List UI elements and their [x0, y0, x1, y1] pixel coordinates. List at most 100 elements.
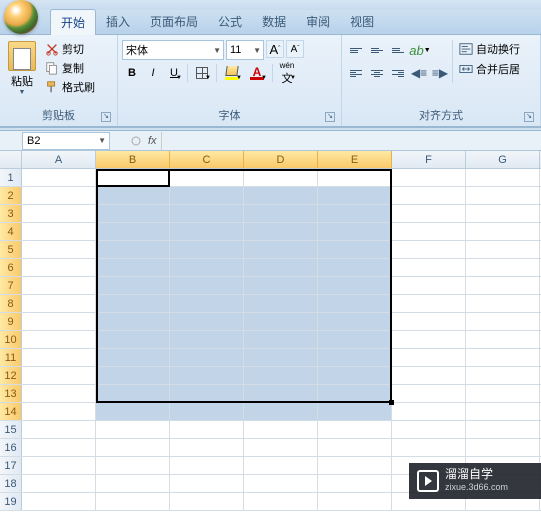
cell[interactable]: [96, 475, 170, 492]
cell[interactable]: [318, 187, 392, 204]
cell[interactable]: [392, 295, 466, 312]
row-header[interactable]: 17: [0, 457, 22, 474]
row-header[interactable]: 11: [0, 349, 22, 366]
col-header-A[interactable]: A: [22, 151, 96, 168]
cell[interactable]: [170, 367, 244, 384]
cell[interactable]: [392, 277, 466, 294]
cell[interactable]: [392, 349, 466, 366]
cell[interactable]: [170, 457, 244, 474]
cell[interactable]: [466, 349, 540, 366]
tab-insert[interactable]: 插入: [96, 9, 140, 35]
cell[interactable]: [244, 367, 318, 384]
grow-font-button[interactable]: Aˆ: [266, 40, 284, 58]
phonetic-button[interactable]: wén 文 ▼: [276, 63, 298, 83]
cell[interactable]: [96, 259, 170, 276]
wrap-text-button[interactable]: 自动换行: [457, 40, 522, 58]
cell[interactable]: [96, 187, 170, 204]
cell[interactable]: [96, 421, 170, 438]
cell[interactable]: [170, 385, 244, 402]
cell[interactable]: [96, 295, 170, 312]
cell[interactable]: [318, 439, 392, 456]
cell[interactable]: [22, 493, 96, 510]
cell[interactable]: [318, 295, 392, 312]
italic-button[interactable]: I: [143, 63, 163, 83]
shrink-font-button[interactable]: Aˇ: [286, 40, 304, 58]
cell[interactable]: [244, 403, 318, 420]
align-right-button[interactable]: [388, 63, 408, 83]
cell[interactable]: [392, 259, 466, 276]
cell[interactable]: [466, 205, 540, 222]
cell[interactable]: [318, 367, 392, 384]
font-color-button[interactable]: A ▼: [245, 63, 269, 83]
cell[interactable]: [392, 205, 466, 222]
cell[interactable]: [170, 475, 244, 492]
cell[interactable]: [22, 295, 96, 312]
cell[interactable]: [318, 169, 392, 186]
cell[interactable]: [466, 241, 540, 258]
cell[interactable]: [466, 169, 540, 186]
paste-button[interactable]: 粘贴 ▼: [4, 38, 40, 99]
cell[interactable]: [22, 475, 96, 492]
cell[interactable]: [318, 259, 392, 276]
cell[interactable]: [318, 457, 392, 474]
cell[interactable]: [244, 349, 318, 366]
cell[interactable]: [244, 169, 318, 186]
cell[interactable]: [96, 223, 170, 240]
name-box[interactable]: B2 ▼: [22, 132, 110, 150]
row-header[interactable]: 10: [0, 331, 22, 348]
col-header-C[interactable]: C: [170, 151, 244, 168]
cell[interactable]: [22, 241, 96, 258]
row-header[interactable]: 6: [0, 259, 22, 276]
align-top-button[interactable]: [346, 40, 366, 60]
cell[interactable]: [170, 259, 244, 276]
cell[interactable]: [96, 169, 170, 186]
cell[interactable]: [170, 295, 244, 312]
row-header[interactable]: 8: [0, 295, 22, 312]
row-header[interactable]: 12: [0, 367, 22, 384]
cell[interactable]: [96, 385, 170, 402]
cell[interactable]: [22, 205, 96, 222]
cell[interactable]: [22, 169, 96, 186]
col-header-D[interactable]: D: [244, 151, 318, 168]
cell[interactable]: [392, 331, 466, 348]
cell[interactable]: [22, 367, 96, 384]
cell[interactable]: [466, 313, 540, 330]
cell[interactable]: [96, 367, 170, 384]
cell[interactable]: [96, 349, 170, 366]
cut-button[interactable]: 剪切: [42, 40, 98, 58]
cell[interactable]: [466, 187, 540, 204]
copy-button[interactable]: 复制: [42, 59, 98, 77]
tab-page-layout[interactable]: 页面布局: [140, 9, 208, 35]
cell[interactable]: [392, 241, 466, 258]
cell[interactable]: [318, 223, 392, 240]
format-painter-button[interactable]: 格式刷: [42, 78, 98, 96]
cell[interactable]: [466, 295, 540, 312]
cell[interactable]: [22, 403, 96, 420]
cell[interactable]: [170, 187, 244, 204]
cell[interactable]: [170, 169, 244, 186]
align-left-button[interactable]: [346, 63, 366, 83]
tab-data[interactable]: 数据: [252, 9, 296, 35]
row-header[interactable]: 18: [0, 475, 22, 492]
cell[interactable]: [22, 439, 96, 456]
align-bottom-button[interactable]: [388, 40, 408, 60]
cell[interactable]: [170, 439, 244, 456]
cell[interactable]: [170, 421, 244, 438]
cell[interactable]: [170, 223, 244, 240]
font-name-select[interactable]: 宋体 ▼: [122, 40, 224, 60]
cell[interactable]: [466, 223, 540, 240]
row-header[interactable]: 7: [0, 277, 22, 294]
cell[interactable]: [318, 241, 392, 258]
row-header[interactable]: 3: [0, 205, 22, 222]
cell[interactable]: [318, 349, 392, 366]
cell[interactable]: [170, 241, 244, 258]
increase-indent-button[interactable]: ≡▶: [430, 63, 450, 83]
fill-color-button[interactable]: ▼: [220, 63, 244, 83]
col-header-B[interactable]: B: [96, 151, 170, 168]
cell[interactable]: [244, 475, 318, 492]
cell[interactable]: [244, 421, 318, 438]
cell[interactable]: [96, 403, 170, 420]
row-header[interactable]: 16: [0, 439, 22, 456]
underline-button[interactable]: U▼: [164, 63, 184, 83]
cell[interactable]: [244, 187, 318, 204]
